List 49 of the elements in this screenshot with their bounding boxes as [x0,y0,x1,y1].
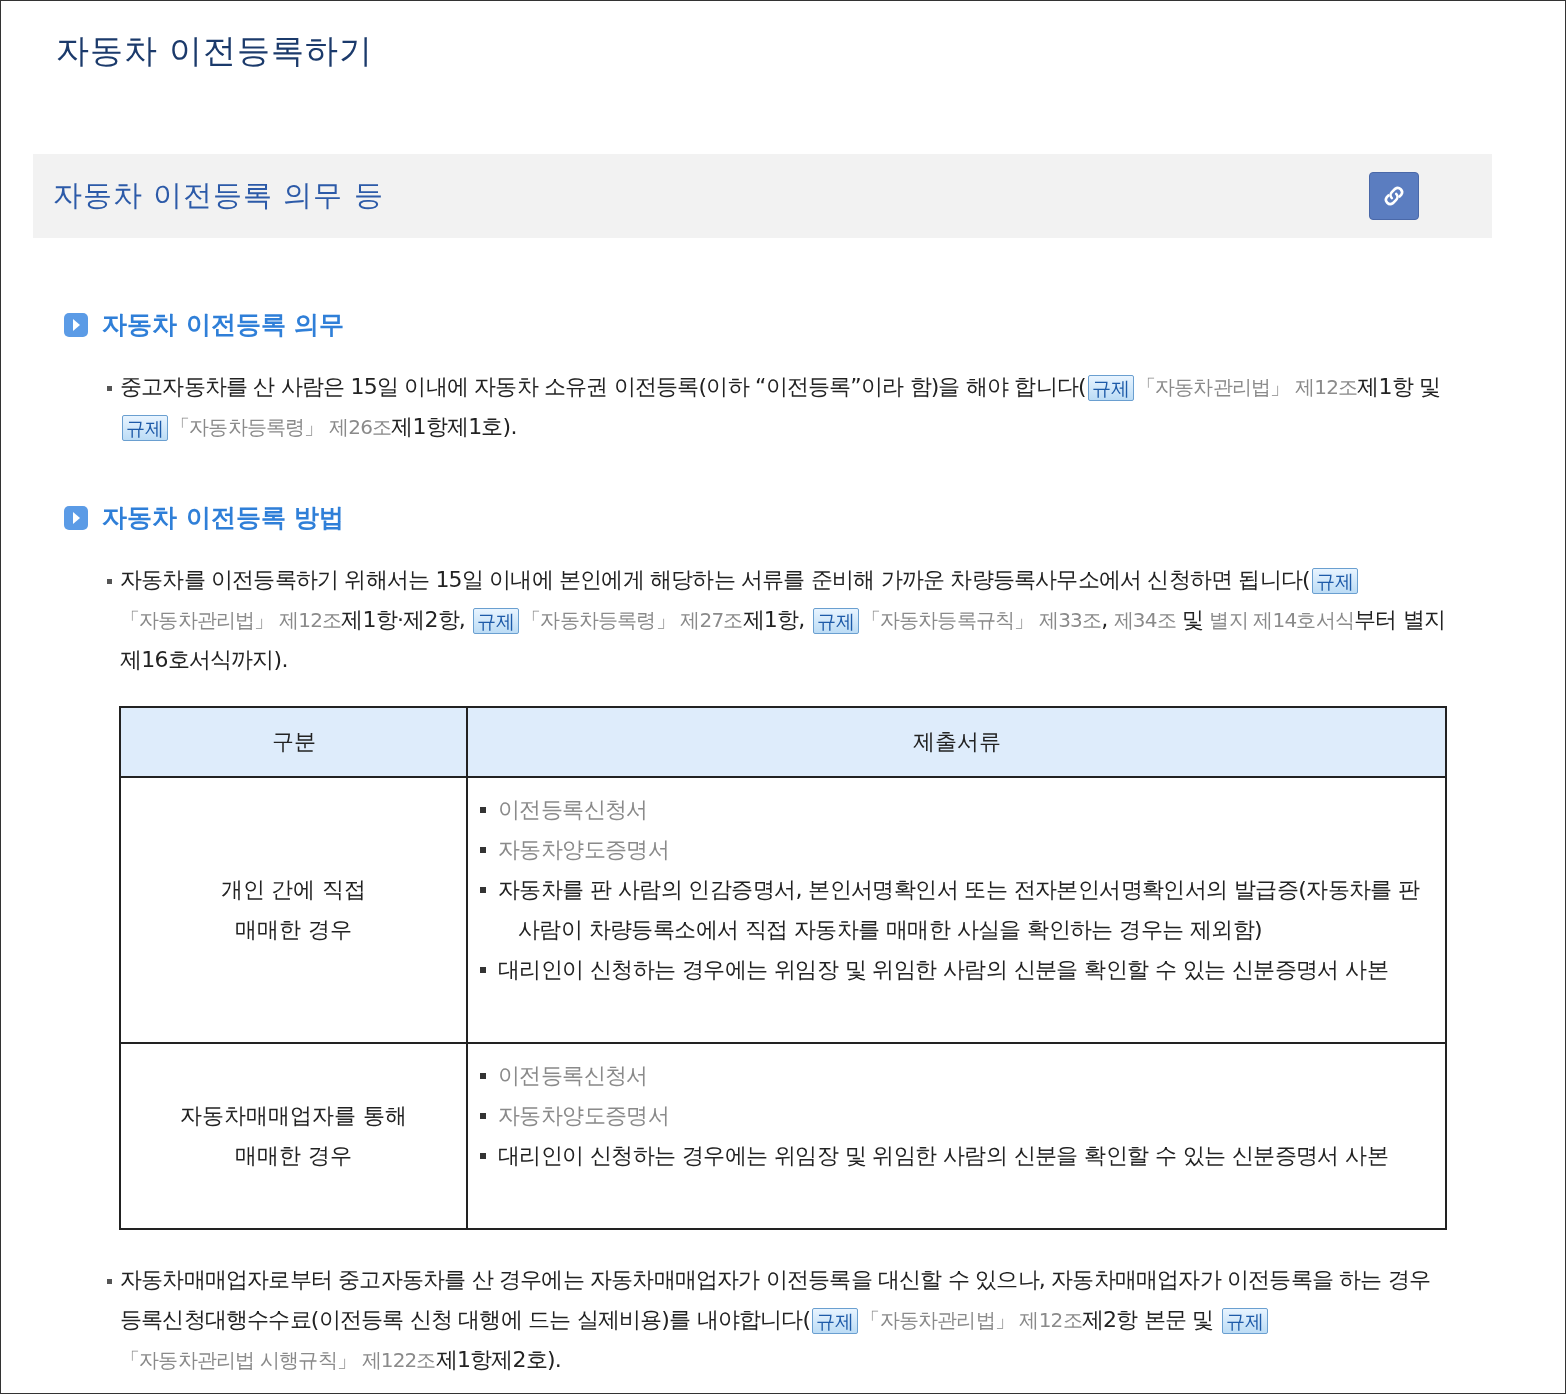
law-link[interactable]: 「자동차관리법」 제12조 [120,608,342,632]
law-link[interactable]: 「자동차관리법」 제12조 [860,1308,1082,1332]
document-text: 대리인이 신청하는 경우에는 위임장 및 위임한 사람의 신분을 확인할 수 있는 신분증명서 사본 [498,956,1388,984]
law-link[interactable]: 「자동차관리법」 제12조 [1135,375,1358,399]
law-link[interactable]: 제34조 [1113,608,1176,632]
category-text: 매매한 경우 [234,1142,353,1170]
bullet-icon [480,1113,486,1119]
column-header: 구분 [120,707,467,777]
section-heading: 자동차 이전등록 의무 [102,309,345,341]
bullet-icon [480,1073,486,1079]
bullet-icon [107,579,112,584]
link-button[interactable] [1369,172,1419,220]
regulation-badge[interactable]: 규제 [1087,375,1134,401]
document-text: 대리인이 신청하는 경우에는 위임장 및 위임한 사람의 신분을 확인할 수 있는 신분증명서 사본 [498,1142,1388,1170]
paragraph: 중고자동차를 산 사람은 15일 이내에 자동차 소유권 이전등록(이하 “이전등록”이라 함)을 해야 합니다( 규제 「자동차관리법」 제12조제1항 및 규제 「자동차등록령」 제26조제1항제1호). [120,373,1442,443]
law-link[interactable]: 「자동차등록규칙」 제33조 [860,608,1102,632]
bullet-icon [107,1279,112,1284]
regulation-badge[interactable]: 규제 [473,608,520,634]
paragraph: 자동차를 이전등록하기 위해서는 15일 이내에 본인에게 해당하는 서류를 준비해 가까운 차량등록사무소에서 신청하면 됩니다( 규제 「자동차관리법」 제12조제1항·제2항, 규제 「자동차등록령」 제27조제1항, 규제 「자동차등록규칙」 제33조, 제34조 및 별지 제14호서식부터 별지 제16호서식까지). [120,566,1447,674]
column-header: 제출서류 [467,707,1446,777]
document-link[interactable]: 자동차양도증명서 [498,1096,670,1136]
arrow-bullet-icon [63,504,89,531]
page-title: 자동차 이전등록하기 [55,30,375,72]
document-link[interactable]: 이전등록신청서 [498,1056,648,1096]
regulation-badge[interactable]: 규제 [812,1308,859,1334]
arrow-bullet-icon [63,311,89,338]
law-link[interactable]: 「자동차등록령」 제26조 [170,415,392,439]
bullet-icon [107,386,112,391]
regulation-badge[interactable]: 규제 [122,415,168,441]
section-heading: 자동차 이전등록 방법 [102,502,345,534]
law-link[interactable]: 별지 제14호서식 [1209,608,1355,632]
document-text: 자동차를 판 사람의 인감증명서, 본인서명확인서 또는 전자본인서명확인서의 발급증(자동차를 판 사람이 차량등록소에서 직접 자동차를 매매한 사실을 확인하는 경우는 제외함) [498,876,1421,944]
bullet-icon [480,1153,486,1159]
document-link[interactable]: 자동차양도증명서 [498,830,670,870]
document-link[interactable]: 이전등록신청서 [498,790,648,830]
paragraph: 자동차매매업자로부터 중고자동차를 산 경우에는 자동차매매업자가 이전등록을 대신할 수 있으나, 자동차매매업자가 이전등록을 하는 경우 등록신청대행수수료(이전등록 신청 대행에 드는 실제비용)를 내야합니다( 규제 「자동차관리법」 제12조제2항 본문 및 규제 「자동차관리법 시행규칙」 제122조제1항제2호). [120,1266,1432,1374]
category-text: 매매한 경우 [234,916,353,944]
law-link[interactable]: 「자동차등록령」 제27조 [521,608,743,632]
section-title: 자동차 이전등록 의무 등 [53,177,384,214]
regulation-badge[interactable]: 규제 [812,608,859,634]
bullet-icon [480,807,486,813]
bullet-icon [480,847,486,853]
bullet-icon [480,887,486,893]
law-link[interactable]: 「자동차관리법 시행규칙」 제122조 [120,1348,436,1372]
regulation-badge[interactable]: 규제 [1221,1308,1268,1334]
category-text: 개인 간에 직접 [219,876,368,904]
regulation-badge[interactable]: 규제 [1311,568,1358,594]
bullet-icon [480,967,486,973]
category-text: 자동차매매업자를 통해 [179,1102,408,1130]
